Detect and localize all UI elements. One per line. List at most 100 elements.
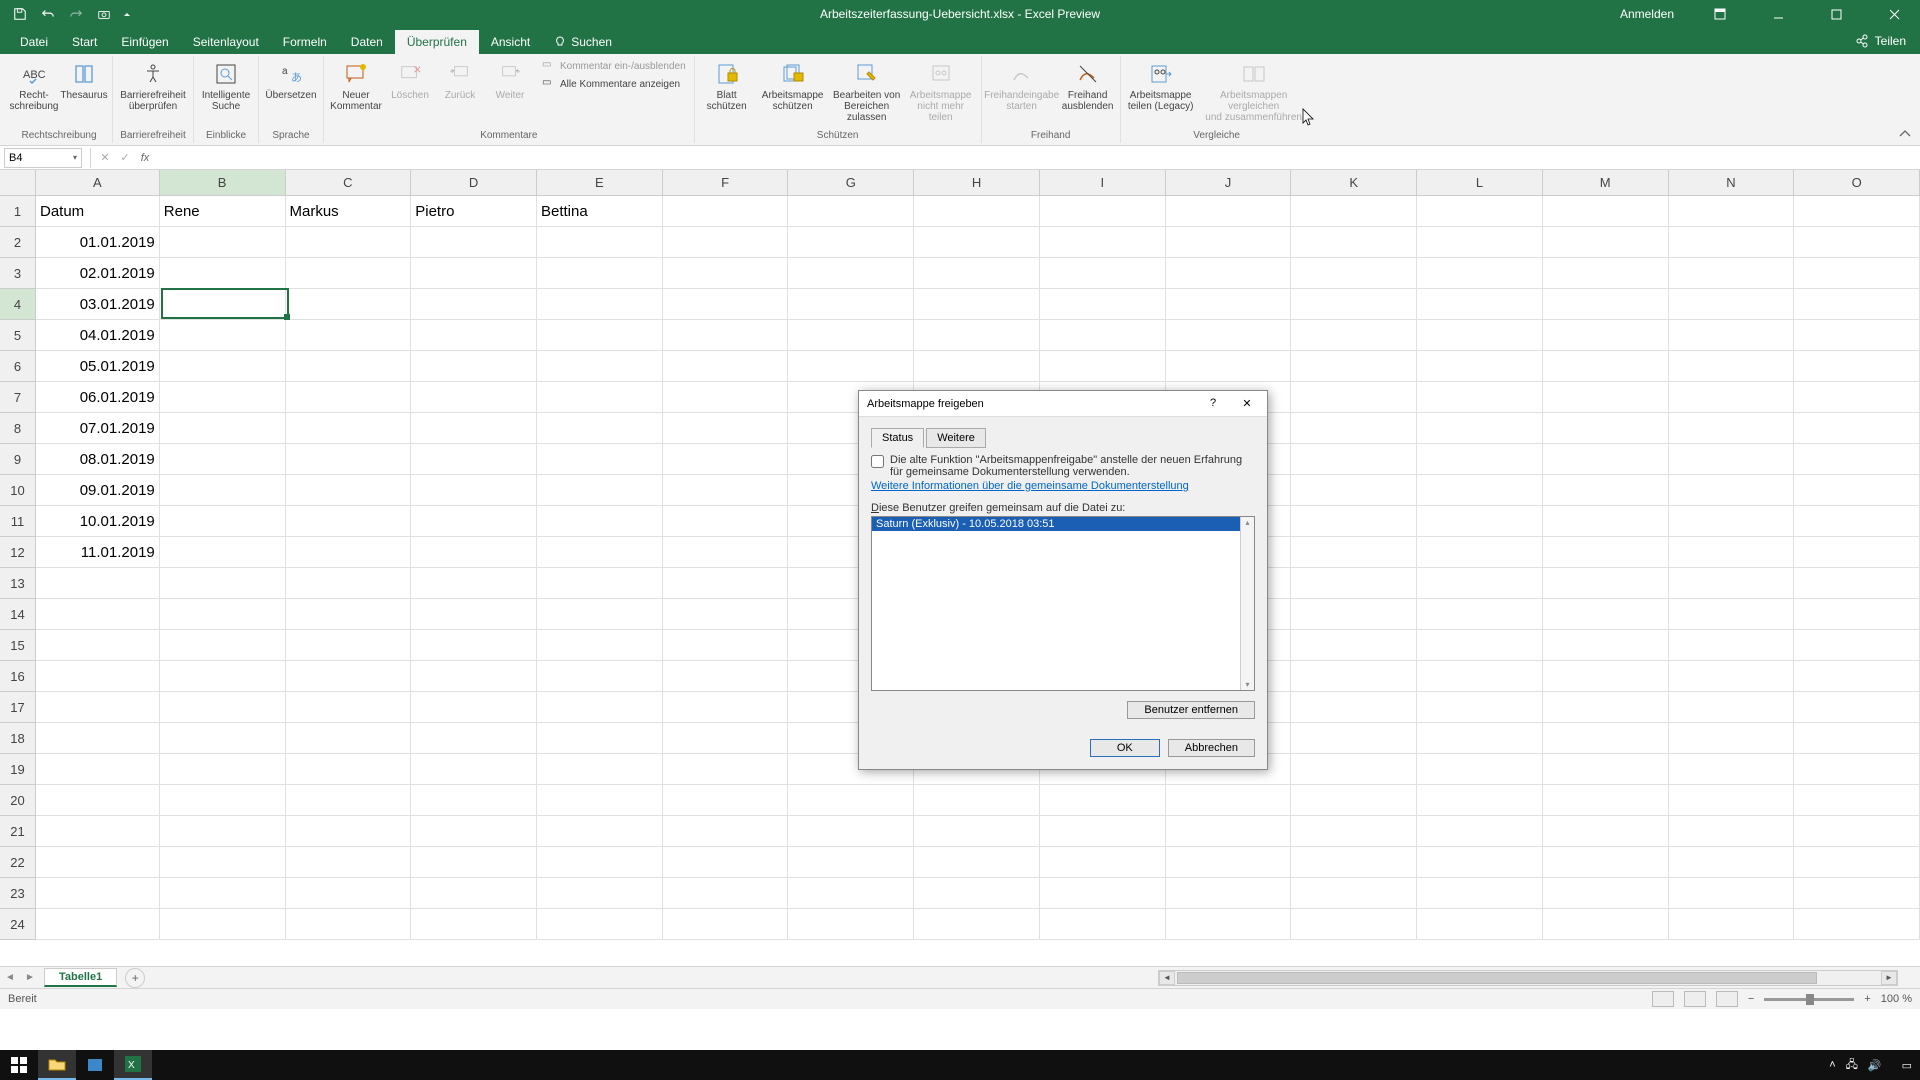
- cell[interactable]: [537, 630, 663, 661]
- protect-workbook-button[interactable]: Arbeitsmappe schützen: [757, 58, 829, 114]
- cell[interactable]: [1669, 723, 1795, 754]
- cell[interactable]: [286, 351, 412, 382]
- horizontal-scrollbar[interactable]: ◄ ►: [1158, 970, 1898, 986]
- cell[interactable]: [1794, 878, 1920, 909]
- cell[interactable]: [36, 754, 160, 785]
- cell[interactable]: [411, 320, 537, 351]
- cell[interactable]: [411, 692, 537, 723]
- cell[interactable]: [537, 506, 663, 537]
- cell[interactable]: [286, 382, 412, 413]
- cell[interactable]: [663, 754, 789, 785]
- qat-customize-icon[interactable]: [122, 4, 132, 24]
- cell[interactable]: [663, 599, 789, 630]
- cell[interactable]: [1291, 599, 1417, 630]
- cell[interactable]: [160, 909, 286, 940]
- row-header[interactable]: 18: [0, 723, 36, 754]
- cell[interactable]: [1543, 320, 1669, 351]
- cell[interactable]: [663, 196, 789, 227]
- row-header[interactable]: 16: [0, 661, 36, 692]
- cell[interactable]: [1669, 258, 1795, 289]
- row-header[interactable]: 14: [0, 599, 36, 630]
- ribbon-tab-datei[interactable]: Datei: [8, 30, 60, 54]
- page-layout-view-icon[interactable]: [1684, 991, 1706, 1007]
- cell[interactable]: [1417, 320, 1543, 351]
- chevron-down-icon[interactable]: ▾: [73, 153, 77, 162]
- cell[interactable]: [663, 568, 789, 599]
- cell[interactable]: [1794, 537, 1920, 568]
- cell[interactable]: [36, 630, 160, 661]
- cell[interactable]: [160, 227, 286, 258]
- network-icon[interactable]: 🖧: [1846, 1056, 1858, 1075]
- cell[interactable]: [537, 568, 663, 599]
- cell[interactable]: [1291, 568, 1417, 599]
- cell[interactable]: [663, 661, 789, 692]
- cell[interactable]: [1543, 196, 1669, 227]
- cell[interactable]: [1543, 506, 1669, 537]
- cell[interactable]: [1166, 785, 1292, 816]
- cell[interactable]: [411, 351, 537, 382]
- cell[interactable]: [411, 413, 537, 444]
- cell[interactable]: [914, 847, 1040, 878]
- cell[interactable]: Markus: [286, 196, 412, 227]
- cell[interactable]: [36, 785, 160, 816]
- cell[interactable]: [1669, 847, 1795, 878]
- cell[interactable]: Datum: [36, 196, 160, 227]
- save-icon[interactable]: [10, 4, 30, 24]
- column-header[interactable]: F: [663, 170, 789, 196]
- cell[interactable]: [286, 475, 412, 506]
- cell[interactable]: [1669, 413, 1795, 444]
- cell[interactable]: [411, 506, 537, 537]
- cancel-button[interactable]: Abbrechen: [1168, 739, 1255, 757]
- add-sheet-button[interactable]: +: [125, 968, 145, 988]
- cell[interactable]: [1794, 258, 1920, 289]
- cell[interactable]: [1166, 289, 1292, 320]
- cell[interactable]: [160, 444, 286, 475]
- cell[interactable]: [160, 692, 286, 723]
- cell[interactable]: [36, 723, 160, 754]
- cell[interactable]: [663, 258, 789, 289]
- cell[interactable]: [537, 289, 663, 320]
- protect-sheet-button[interactable]: Blatt schützen: [699, 58, 755, 114]
- cell[interactable]: [1417, 537, 1543, 568]
- ribbon-tab-start[interactable]: Start: [60, 30, 109, 54]
- cell[interactable]: [1669, 599, 1795, 630]
- cell[interactable]: [1417, 382, 1543, 413]
- tray-chevron-icon[interactable]: ˄: [1829, 1059, 1835, 1071]
- cell[interactable]: [1291, 878, 1417, 909]
- cell[interactable]: [1417, 878, 1543, 909]
- cell[interactable]: [1543, 909, 1669, 940]
- cell[interactable]: [286, 754, 412, 785]
- cell[interactable]: [1669, 878, 1795, 909]
- cell[interactable]: [1794, 227, 1920, 258]
- dialog-close-icon[interactable]: ✕: [1235, 397, 1259, 410]
- search-tab[interactable]: Suchen: [542, 30, 624, 54]
- scroll-left-icon[interactable]: ◄: [1159, 971, 1175, 985]
- cell[interactable]: [537, 754, 663, 785]
- cell[interactable]: [1040, 816, 1166, 847]
- zoom-out-icon[interactable]: −: [1748, 993, 1754, 1005]
- dialog-titlebar[interactable]: Arbeitsmappe freigeben ? ✕: [859, 391, 1267, 417]
- cell[interactable]: [1291, 351, 1417, 382]
- ribbon-display-icon[interactable]: [1700, 0, 1740, 28]
- cell[interactable]: [160, 878, 286, 909]
- cell[interactable]: 08.01.2019: [36, 444, 160, 475]
- spelling-button[interactable]: ABCRecht- schreibung: [10, 58, 58, 114]
- cell[interactable]: [411, 289, 537, 320]
- cell[interactable]: [286, 847, 412, 878]
- scroll-right-icon[interactable]: ►: [1881, 971, 1897, 985]
- minimize-icon[interactable]: [1758, 0, 1798, 28]
- cell[interactable]: [1794, 289, 1920, 320]
- column-header[interactable]: J: [1166, 170, 1292, 196]
- ribbon-tab-formeln[interactable]: Formeln: [271, 30, 339, 54]
- normal-view-icon[interactable]: [1652, 991, 1674, 1007]
- cell[interactable]: [1794, 723, 1920, 754]
- cell[interactable]: [1669, 382, 1795, 413]
- cell[interactable]: [1543, 847, 1669, 878]
- translate-button[interactable]: aあÜbersetzen: [263, 58, 319, 103]
- cell[interactable]: [1040, 289, 1166, 320]
- cell[interactable]: [1794, 196, 1920, 227]
- column-header[interactable]: L: [1417, 170, 1543, 196]
- cell[interactable]: [1417, 289, 1543, 320]
- row-header[interactable]: 9: [0, 444, 36, 475]
- cell[interactable]: [160, 723, 286, 754]
